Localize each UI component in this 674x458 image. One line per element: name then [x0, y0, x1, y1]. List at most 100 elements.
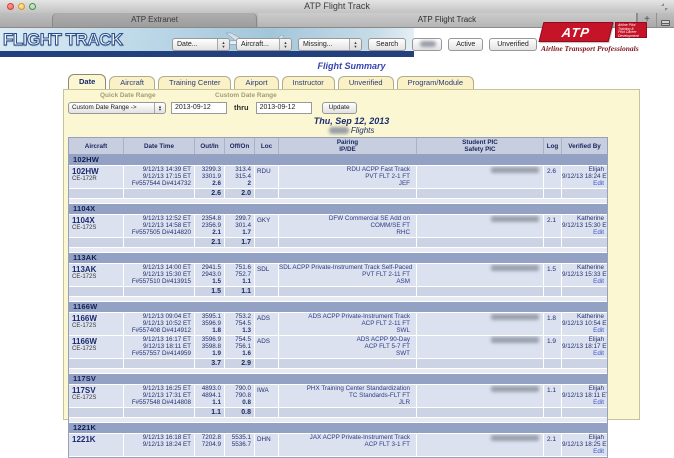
tab-unverified[interactable]: Unverified — [338, 76, 394, 89]
loc-code: DHN — [255, 435, 278, 443]
site-banner: FLIGHT TRACK ATP Airline Pilot Training … — [0, 28, 674, 58]
tab-aircraft[interactable]: Aircraft — [109, 76, 155, 89]
aircraft-cell: 117SVCE-172S — [69, 385, 124, 407]
tab-instructor[interactable]: Instructor — [282, 76, 335, 89]
cell-line: 1.1 — [195, 400, 224, 407]
aircraft-model: CE-172S — [69, 225, 123, 232]
summary-tabstrip: Date Aircraft Training Center Airport In… — [68, 75, 474, 89]
tab-airport[interactable]: Airport — [234, 76, 278, 89]
edit-link[interactable]: Edit — [562, 449, 607, 456]
cell-line: 2.6 — [195, 181, 224, 188]
verified-by-cell: Katherine9/12/13 15:33 ETEdit — [562, 264, 607, 286]
total-empty-cell — [562, 408, 607, 417]
total-empty-cell — [417, 287, 544, 296]
total-off-on: 0.8 — [225, 408, 255, 417]
date-heading: Thu, Sep 12, 2013 — [64, 116, 639, 126]
out-in-cell: 3596.93598.81.9 — [195, 336, 225, 358]
loc-cell: SDL — [255, 264, 279, 286]
edit-link[interactable]: Edit — [562, 230, 607, 237]
aircraft-filter-select[interactable]: Aircraft... ▲▼ — [236, 38, 292, 51]
cell-line: 2.1 — [195, 230, 224, 237]
missing-filter-select[interactable]: Missing... ▲▼ — [298, 38, 362, 51]
datetime-cell: 9/12/13 12:52 ET9/12/13 14:58 ETF#557505… — [124, 215, 195, 237]
verified-by-name: Elijah — [562, 435, 607, 442]
redacted-button[interactable] — [412, 38, 442, 51]
loc-cell: IWA — [255, 385, 279, 407]
total-empty-cell — [255, 408, 279, 417]
flight-row: 113AKCE-172S9/12/13 14:00 ET9/12/13 15:3… — [69, 264, 607, 287]
off-on-cell: 753.2754.51.3 — [225, 313, 255, 335]
log-cell: 2.1 — [544, 434, 562, 456]
date-filter-controls: Custom Date Range -> ▲▼ thru Update — [68, 101, 639, 114]
redacted-student-name — [491, 435, 539, 441]
cell-line: 1.6 — [225, 351, 254, 358]
total-empty-cell — [544, 408, 562, 417]
aircraft-tail-number: 113AK — [69, 265, 123, 274]
column-header: PairingIP/DE — [279, 138, 417, 154]
redacted-student-name — [491, 314, 539, 320]
edit-link[interactable]: Edit — [562, 181, 607, 188]
cell-line: 5535.1 — [225, 435, 254, 442]
unverified-button[interactable]: Unverified — [489, 38, 537, 51]
quick-range-select[interactable]: Custom Date Range -> ▲▼ — [68, 102, 166, 114]
aircraft-tail-number: 1166W — [69, 337, 123, 346]
date-to-input[interactable] — [256, 102, 312, 114]
window-title: ATP Flight Track — [0, 0, 674, 13]
aircraft-cell: 102HWCE-172R — [69, 166, 124, 188]
redacted-student-name — [491, 337, 539, 343]
search-button[interactable]: Search — [368, 38, 406, 51]
cell-line: 1.5 — [195, 279, 224, 286]
total-empty-cell — [69, 238, 124, 247]
total-empty-cell — [255, 359, 279, 368]
cell-line: JLR — [279, 400, 416, 407]
total-empty-cell — [279, 238, 417, 247]
minimize-button[interactable] — [18, 3, 25, 10]
tab-program-module[interactable]: Program/Module — [397, 76, 474, 89]
log-cell: 1.8 — [544, 313, 562, 335]
tab-training-center[interactable]: Training Center — [158, 76, 231, 89]
redacted-label — [420, 41, 436, 47]
cell-line: F#557557 D#414959 — [124, 351, 194, 358]
student-pic-cell — [417, 264, 544, 286]
redacted-student-name — [491, 386, 539, 392]
student-pic-cell — [417, 336, 544, 358]
total-empty-cell — [544, 238, 562, 247]
verified-by-cell: Elijah9/12/13 18:17 ETEdit — [562, 336, 607, 358]
datetime-cell: 9/12/13 16:25 ET9/12/13 17:31 ETF#557548… — [124, 385, 195, 407]
loc-code: IWA — [255, 386, 278, 394]
update-button[interactable]: Update — [322, 102, 357, 114]
custom-date-range-label: Custom Date Range — [215, 92, 277, 99]
aircraft-tail-number: 1104X — [69, 216, 123, 225]
total-empty-cell — [124, 359, 195, 368]
close-button[interactable] — [7, 3, 14, 10]
zoom-button[interactable] — [29, 3, 36, 10]
group-header-row: 1221K — [69, 423, 607, 434]
aircraft-tail-number: 1221K — [69, 435, 123, 444]
pairing-cell: RDU ACPP Fast TrackPVT FLT 2-1 FTJEF — [279, 166, 417, 188]
cell-line: 1.7 — [225, 230, 254, 237]
edit-link[interactable]: Edit — [562, 279, 607, 286]
tab-date[interactable]: Date — [68, 74, 106, 89]
total-empty-cell — [255, 189, 279, 198]
edit-link[interactable]: Edit — [562, 400, 607, 407]
aircraft-tail-number: 102HW — [69, 167, 123, 176]
date-filter-select[interactable]: Date... ▲▼ — [172, 38, 230, 51]
edit-link[interactable]: Edit — [562, 351, 607, 358]
active-button[interactable]: Active — [448, 38, 483, 51]
verified-by-cell: Katherine9/12/13 15:30 ETEdit — [562, 215, 607, 237]
quick-date-range-label: Quick Date Range — [100, 92, 162, 99]
table-header-row: AircraftDate TimeOut/InOff/OnLocPairingI… — [69, 138, 607, 155]
student-pic-cell — [417, 434, 544, 456]
browser-tab-atp-extranet[interactable]: ATP Extranet — [52, 13, 257, 27]
cell-line: 1.1 — [225, 279, 254, 286]
pairing-cell: SDL ACPP Private-Instrument Track Self-P… — [279, 264, 417, 286]
fullscreen-icon[interactable] — [660, 3, 669, 11]
aircraft-tail-number: 117SV — [69, 386, 123, 395]
date-from-input[interactable] — [171, 102, 227, 114]
select-stepper-icon: ▲▼ — [217, 39, 229, 50]
column-header: Verified By — [562, 138, 607, 154]
redacted-student-name — [491, 265, 539, 271]
edit-link[interactable]: Edit — [562, 328, 607, 335]
atp-tagline: Airline Transport Professionals — [541, 44, 661, 53]
aircraft-model: CE-172S — [69, 395, 123, 402]
